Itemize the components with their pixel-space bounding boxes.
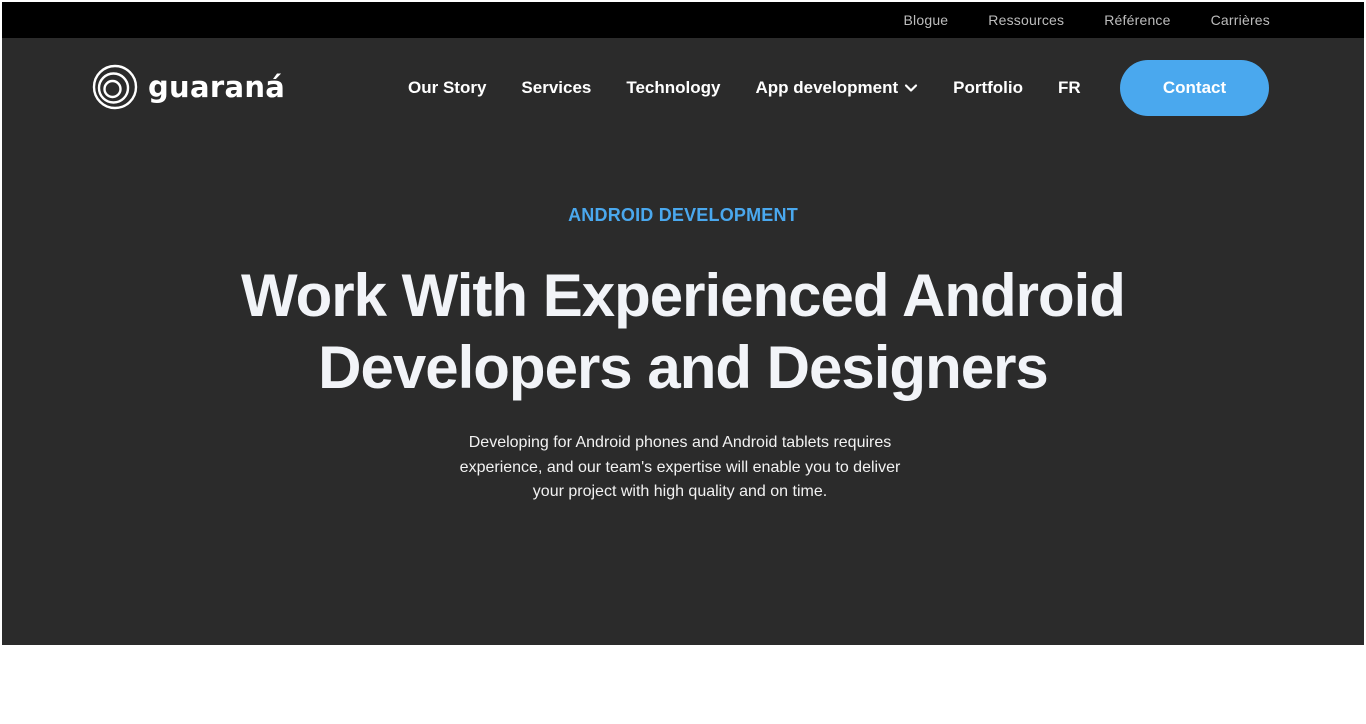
hero-eyebrow: ANDROID DEVELOPMENT (568, 205, 798, 225)
nav-item-technology[interactable]: Technology (626, 78, 720, 98)
utility-link-blogue[interactable]: Blogue (904, 12, 949, 28)
utility-link-carrieres[interactable]: Carrières (1211, 12, 1270, 28)
hero-description: Developing for Android phones and Androi… (459, 434, 901, 500)
hero-headline: Work With Experienced Android Developers… (2, 260, 1364, 404)
hero-headline-line-2: Developers and Designers (318, 334, 1049, 401)
utility-link-reference[interactable]: Référence (1104, 12, 1170, 28)
utility-links: Blogue Ressources Référence Carrières (904, 2, 1271, 38)
brand-logo-link[interactable]: guaraná (92, 64, 285, 110)
brand-name: guaraná (148, 70, 286, 104)
main-navigation: Our Story Services Technology App develo… (408, 60, 1116, 116)
nav-item-language-fr[interactable]: FR (1058, 78, 1081, 98)
circle-rings-logo-icon (92, 64, 138, 110)
page-frame: Blogue Ressources Référence Carrières gu… (2, 2, 1364, 722)
nav-item-our-story[interactable]: Our Story (408, 78, 486, 98)
utility-link-ressources[interactable]: Ressources (988, 12, 1064, 28)
nav-item-services[interactable]: Services (521, 78, 591, 98)
nav-item-portfolio[interactable]: Portfolio (953, 78, 1023, 98)
nav-item-app-development[interactable]: App development (756, 78, 919, 98)
nav-item-app-development-label: App development (755, 78, 899, 97)
chevron-down-icon (905, 84, 918, 92)
hero-section: guaraná Our Story Services Technology Ap… (2, 38, 1364, 645)
contact-button[interactable]: Contact (1120, 60, 1269, 116)
hero-headline-line-1: Work With Experienced Android (241, 262, 1126, 329)
top-utility-bar: Blogue Ressources Référence Carrières (2, 2, 1364, 38)
